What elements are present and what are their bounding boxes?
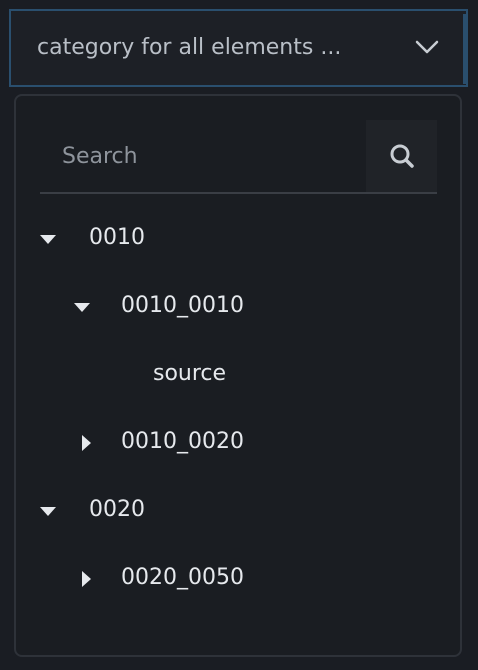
tree-node-label: 0010_0010 bbox=[121, 293, 244, 318]
tree-node-label: source bbox=[153, 361, 227, 386]
tree-node-0010_0010[interactable]: 0010_0010 bbox=[16, 287, 460, 327]
search-bar bbox=[40, 120, 437, 194]
tree-node-source[interactable]: source bbox=[16, 355, 460, 395]
page: category for all elements ... 0010 0010_… bbox=[0, 0, 478, 670]
tree-node-label: 0020_0050 bbox=[121, 565, 244, 590]
caret-down-icon[interactable] bbox=[74, 303, 90, 312]
tree-node-0020_0050[interactable]: 0020_0050 bbox=[16, 559, 460, 599]
tree-node-label: 0010_0020 bbox=[121, 429, 244, 454]
category-select-value: category for all elements ... bbox=[37, 35, 342, 60]
caret-right-icon[interactable] bbox=[82, 435, 91, 451]
caret-down-icon[interactable] bbox=[40, 507, 56, 516]
search-icon bbox=[390, 144, 414, 168]
tree-node-0010_0020[interactable]: 0010_0020 bbox=[16, 423, 460, 463]
tree-dropdown-panel: 0010 0010_0010 source 0010_0020 0020 002… bbox=[14, 94, 462, 657]
tree-node-0020[interactable]: 0020 bbox=[16, 491, 460, 531]
category-select[interactable]: category for all elements ... bbox=[9, 9, 468, 87]
adjacent-field-edge bbox=[463, 14, 466, 84]
caret-down-icon[interactable] bbox=[40, 235, 56, 244]
chevron-down-icon[interactable] bbox=[415, 39, 439, 55]
tree-node-label: 0010 bbox=[89, 225, 145, 250]
search-input[interactable] bbox=[40, 120, 366, 192]
caret-right-icon[interactable] bbox=[82, 571, 91, 587]
search-button[interactable] bbox=[366, 120, 437, 192]
tree-node-0010[interactable]: 0010 bbox=[16, 219, 460, 259]
tree-node-label: 0020 bbox=[89, 497, 145, 522]
